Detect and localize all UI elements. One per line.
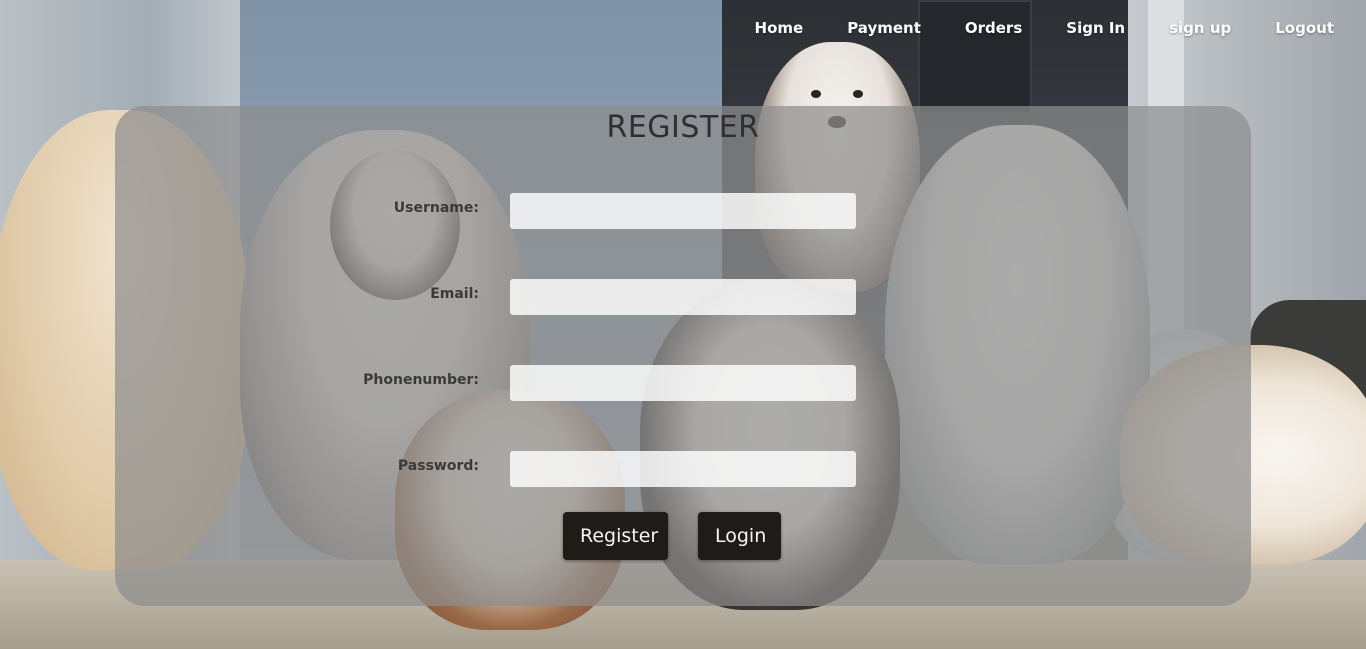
username-label: Username:: [393, 200, 479, 216]
top-nav: Home Payment Orders Sign In sign up Logo…: [733, 0, 1356, 56]
nav-sign-up-link[interactable]: sign up: [1147, 19, 1253, 37]
nav-logout-link[interactable]: Logout: [1253, 19, 1356, 37]
username-row: Username:: [115, 193, 1251, 229]
nav-orders-link[interactable]: Orders: [943, 19, 1044, 37]
register-page: Home Payment Orders Sign In sign up Logo…: [0, 0, 1366, 649]
email-label: Email:: [430, 286, 479, 302]
nav-payment-link[interactable]: Payment: [825, 19, 943, 37]
phonenumber-input[interactable]: [510, 365, 856, 401]
password-row: Password:: [115, 451, 1251, 487]
page-title: REGISTER: [606, 110, 760, 145]
register-button[interactable]: Register: [563, 512, 668, 560]
password-label: Password:: [397, 458, 479, 474]
phonenumber-row: Phonenumber:: [115, 365, 1251, 401]
register-panel: REGISTER Username: Email: Phonenumber: P…: [115, 106, 1251, 606]
phonenumber-label: Phonenumber:: [363, 372, 479, 388]
username-input[interactable]: [510, 193, 856, 229]
nav-sign-in-link[interactable]: Sign In: [1044, 19, 1147, 37]
login-button[interactable]: Login: [698, 512, 781, 560]
nav-home-link[interactable]: Home: [733, 19, 826, 37]
email-row: Email:: [115, 279, 1251, 315]
password-input[interactable]: [510, 451, 856, 487]
email-input[interactable]: [510, 279, 856, 315]
